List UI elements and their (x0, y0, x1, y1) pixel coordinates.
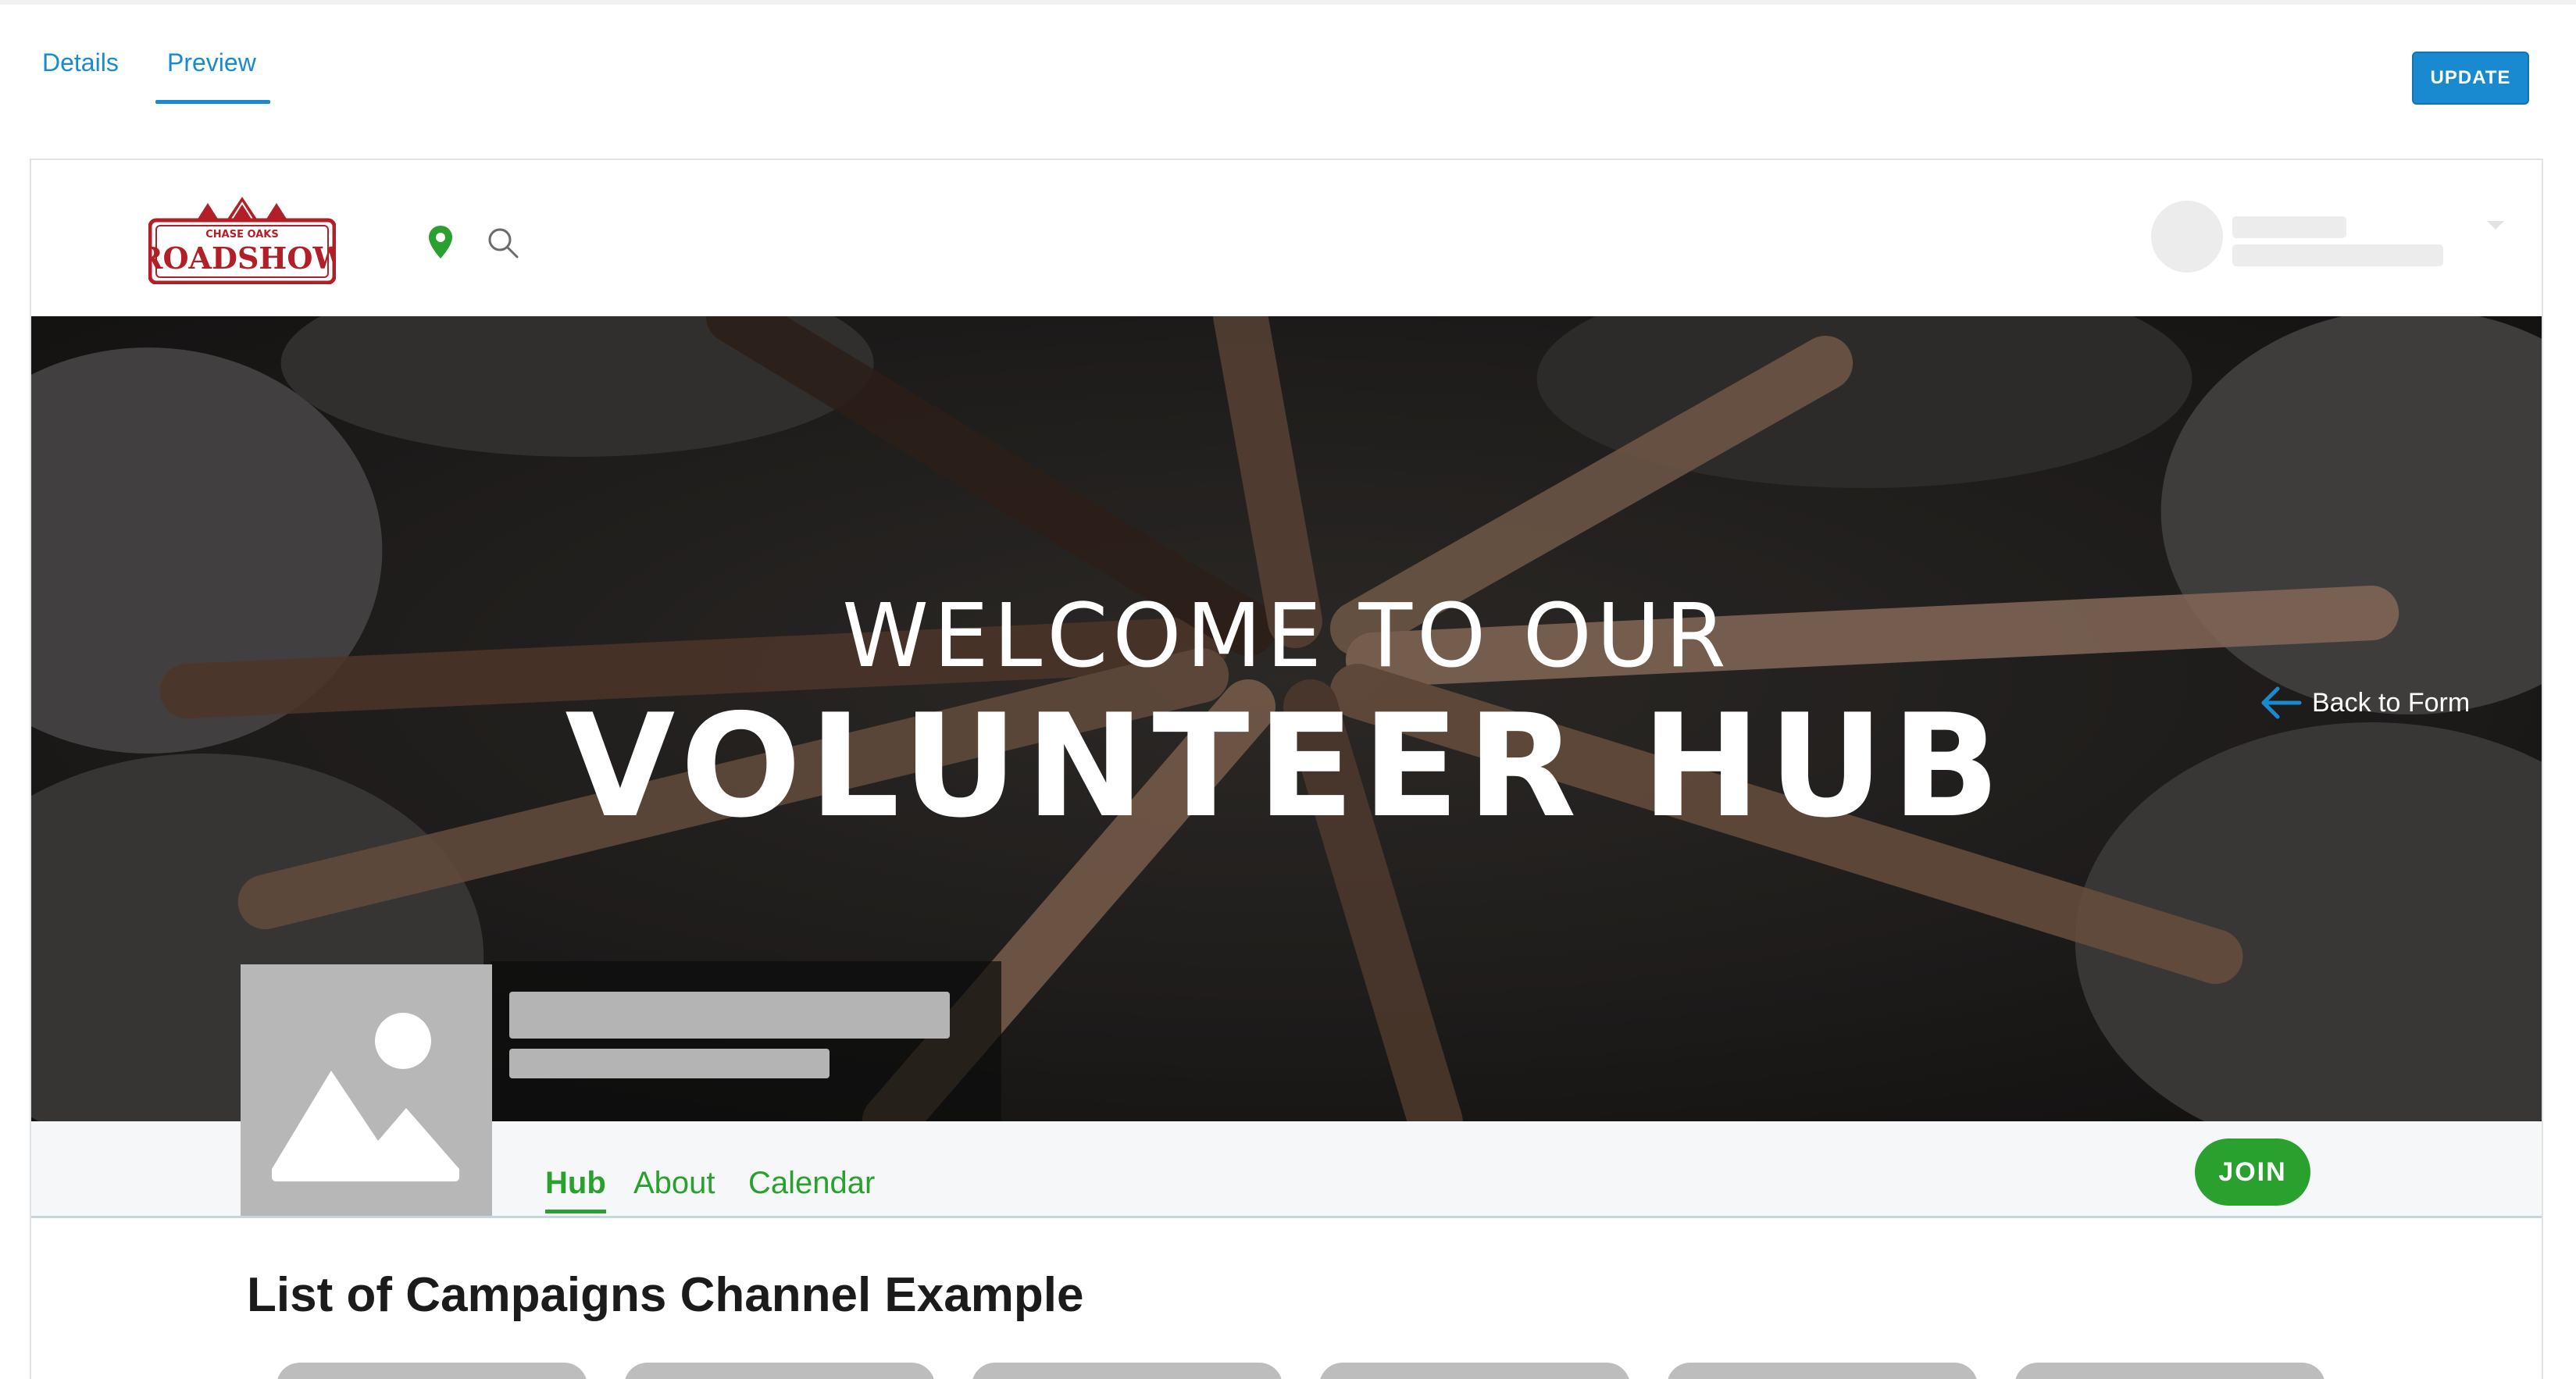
image-placeholder-icon (241, 964, 492, 1216)
chevron-down-icon[interactable] (2487, 221, 2504, 230)
hero-welcome-text: WELCOME TO OUR (842, 586, 1731, 687)
campaign-filter-placeholder[interactable] (624, 1363, 935, 1379)
logo-top-text: CHASE OAKS (205, 229, 278, 241)
top-divider (0, 0, 2576, 5)
user-name-placeholder (2232, 216, 2346, 238)
site-header: CHASE OAKS ROADSHOW (31, 160, 2542, 316)
join-button[interactable]: JOIN (2195, 1138, 2310, 1206)
nav-item-hub[interactable]: Hub (545, 1166, 606, 1201)
search-icon[interactable] (486, 226, 520, 260)
campaign-filter-placeholder[interactable] (2014, 1363, 2325, 1379)
roadshow-logo[interactable]: CHASE OAKS ROADSHOW (148, 197, 336, 284)
user-subtitle-placeholder (2232, 244, 2443, 266)
user-avatar-placeholder[interactable] (2151, 201, 2223, 273)
nav-item-about[interactable]: About (633, 1166, 715, 1201)
campaign-filter-placeholder[interactable] (1667, 1363, 1978, 1379)
profile-info-overlay (491, 961, 1001, 1121)
section-title: List of Campaigns Channel Example (247, 1268, 1084, 1322)
active-tab-indicator (155, 100, 270, 104)
profile-image-placeholder (241, 964, 492, 1216)
back-to-form-label: Back to Form (2312, 687, 2471, 718)
profile-subtitle-placeholder (509, 1049, 830, 1078)
update-button[interactable]: UPDATE (2412, 52, 2529, 105)
profile-name-placeholder (509, 992, 950, 1039)
back-to-form-link[interactable]: Back to Form (2259, 679, 2470, 726)
hero-title: VOLUNTEER HUB (565, 683, 2008, 849)
campaign-filter-placeholder[interactable] (277, 1363, 587, 1379)
active-nav-indicator (545, 1210, 606, 1213)
campaign-filter-placeholder[interactable] (972, 1363, 1283, 1379)
logo-main-text: ROADSHOW (148, 241, 336, 276)
tab-details[interactable]: Details (42, 48, 119, 77)
tab-preview[interactable]: Preview (167, 48, 256, 77)
location-pin-icon[interactable] (426, 224, 455, 260)
arrow-left-icon (2261, 686, 2302, 719)
campaign-filter-placeholder[interactable] (1319, 1363, 1630, 1379)
preview-frame: CHASE OAKS ROADSHOW WELCOME TO OUR VOLUN… (30, 159, 2543, 1379)
nav-item-calendar[interactable]: Calendar (748, 1166, 875, 1201)
